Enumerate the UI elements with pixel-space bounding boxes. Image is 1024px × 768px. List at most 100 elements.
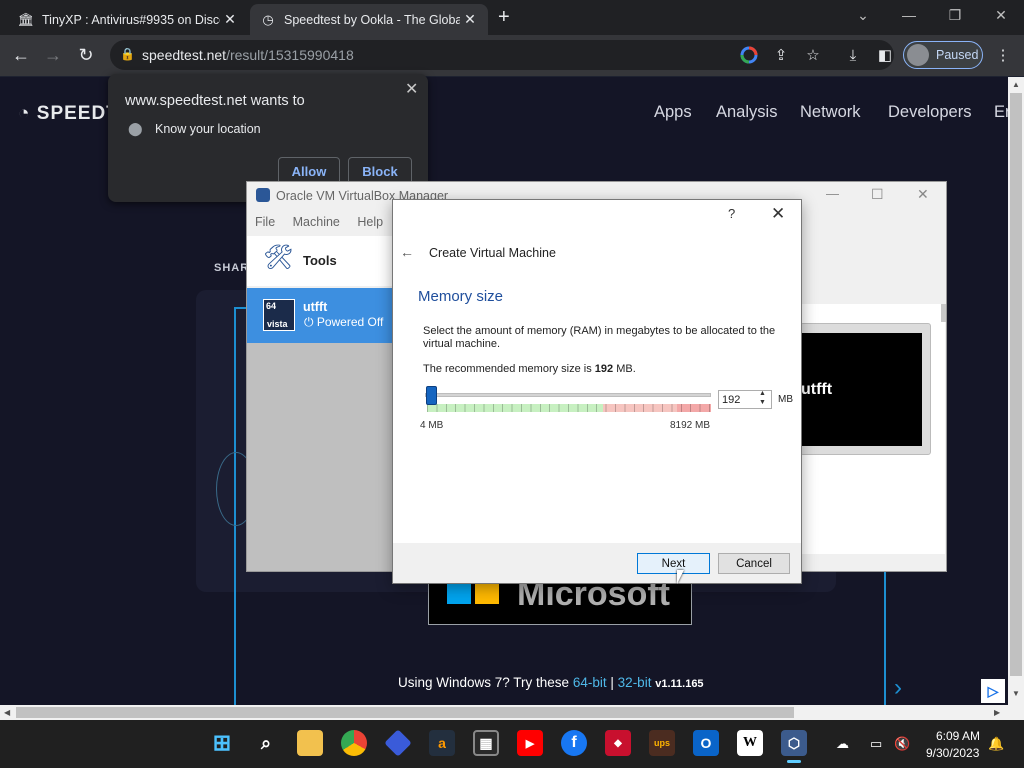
minimize-button[interactable]: — <box>886 0 932 30</box>
scroll-down-icon[interactable]: ▼ <box>1012 689 1020 698</box>
tab-close-button[interactable]: ✕ <box>220 11 240 28</box>
virtualbox-taskbar-icon[interactable]: ⬡ <box>781 730 807 756</box>
tab-tinyxp[interactable]: 🏛 TinyXP : Antivirus#9935 on Disco ✕ <box>8 4 248 35</box>
close-icon[interactable]: ✕ <box>771 204 785 224</box>
menu-icon[interactable]: ⋮ <box>992 44 1014 66</box>
lock-icon[interactable]: 🔒 <box>120 47 135 63</box>
permission-desc: Know your location <box>155 122 261 136</box>
clock-date[interactable]: 9/30/2023 <box>926 746 979 760</box>
network-icon[interactable]: ▭ <box>870 736 882 752</box>
horizontal-scroll-thumb[interactable] <box>16 707 794 718</box>
vm-badge-bottom: vista <box>267 319 288 329</box>
facebook-icon[interactable]: f <box>561 730 587 756</box>
nav-developers[interactable]: Developers <box>888 103 971 122</box>
url-host: speedtest.net <box>142 47 227 63</box>
discord-bank-icon: 🏛 <box>17 11 35 27</box>
clock-time[interactable]: 6:09 AM <box>936 729 980 743</box>
minimize-button[interactable]: — <box>826 186 839 201</box>
maximize-button[interactable]: ☐ <box>871 186 884 203</box>
help-icon[interactable]: ? <box>728 206 735 221</box>
volume-muted-icon[interactable]: 🔇 <box>894 736 910 752</box>
tab-title: Speedtest by Ookla - The Globa <box>284 12 460 27</box>
nav-analysis[interactable]: Analysis <box>716 103 777 122</box>
amazon-icon[interactable]: a <box>429 730 455 756</box>
permission-title: www.speedtest.net wants to <box>125 93 305 109</box>
vm-name: utfft <box>303 300 328 314</box>
profile-button[interactable]: Paused <box>903 41 983 69</box>
close-icon[interactable]: ✕ <box>405 79 418 99</box>
outlook-icon[interactable]: O <box>693 730 719 756</box>
side-panel-icon[interactable]: ◧ <box>874 44 896 66</box>
tab-close-button[interactable]: ✕ <box>460 11 480 28</box>
share-icon[interactable]: ⇪ <box>770 44 792 66</box>
notification-bell-icon[interactable]: 🔔 <box>988 736 1004 752</box>
chrome-icon[interactable] <box>341 730 367 756</box>
tools-label: Tools <box>303 253 337 268</box>
menu-machine[interactable]: Machine <box>293 215 340 229</box>
logo-text: SPEEDT <box>36 103 119 124</box>
close-window-button[interactable]: ✕ <box>978 0 1024 30</box>
cancel-button[interactable]: Cancel <box>718 553 790 574</box>
menu-help[interactable]: Help <box>357 215 383 229</box>
tab-search-icon[interactable]: ⌄ <box>840 0 886 30</box>
share-label: SHAR <box>214 262 250 274</box>
spin-up-icon[interactable]: ▲ <box>759 390 766 397</box>
link-64bit[interactable]: 64-bit <box>573 675 607 690</box>
speedtest-logo[interactable]: ◔ SPEEDT <box>18 103 119 125</box>
tab-title: TinyXP : Antivirus#9935 on Disco <box>42 12 220 27</box>
details-toolbar <box>800 215 945 287</box>
menu-file[interactable]: File <box>255 215 275 229</box>
memory-description: Select the amount of memory (RAM) in meg… <box>423 325 776 350</box>
slider-min-label: 4 MB <box>420 420 444 431</box>
bookmark-star-icon[interactable]: ☆ <box>802 44 824 66</box>
back-icon[interactable]: ← <box>8 42 34 68</box>
bank-icon[interactable]: ◆ <box>605 730 631 756</box>
close-window-button[interactable]: ✕ <box>917 186 929 203</box>
scroll-up-icon[interactable]: ▲ <box>1012 80 1020 89</box>
new-tab-button[interactable]: + <box>498 6 510 29</box>
nav-apps[interactable]: Apps <box>654 103 692 122</box>
speedtest-icon: ◷ <box>262 11 274 27</box>
file-explorer-icon[interactable] <box>297 730 323 756</box>
url-text[interactable]: speedtest.net/result/15315990418 <box>142 47 354 63</box>
forward-icon[interactable]: → <box>40 42 66 68</box>
nav-network[interactable]: Network <box>800 103 861 122</box>
profile-status: Paused <box>936 48 979 62</box>
back-arrow-icon[interactable]: ← <box>400 244 414 260</box>
scroll-right-icon[interactable]: ▶ <box>994 708 1000 717</box>
version-text: v1.11.165 <box>655 678 704 690</box>
reload-icon[interactable]: ↻ <box>73 42 99 68</box>
win7-links: Using Windows 7? Try these 64-bit | 32-b… <box>398 675 704 690</box>
vm-state: ⏻ Powered Off <box>304 315 383 330</box>
menu-bar: File Machine Help <box>255 215 397 229</box>
memory-spinbox-value[interactable]: 192 <box>722 394 740 406</box>
google-icon[interactable] <box>738 44 760 66</box>
ups-icon[interactable]: ups <box>649 730 675 756</box>
rec-unit: MB. <box>616 363 636 375</box>
onedrive-icon[interactable]: ☁ <box>836 736 849 752</box>
link-32bit[interactable]: 32-bit <box>618 675 652 690</box>
vista-os-icon: 64 vista <box>263 299 295 331</box>
memory-slider-thumb[interactable] <box>426 386 437 405</box>
chevron-right-icon[interactable]: › <box>894 674 902 702</box>
search-icon[interactable]: ⌕ <box>253 730 279 756</box>
tab-speedtest[interactable]: ◷ Speedtest by Ookla - The Globa ✕ <box>250 4 488 35</box>
download-icon[interactable]: ⤓ <box>842 44 864 66</box>
memory-unit-label: MB <box>778 394 793 405</box>
details-scroll-thumb[interactable] <box>941 304 946 322</box>
scroll-left-icon[interactable]: ◀ <box>4 708 10 717</box>
slider-max-label: 8192 MB <box>670 420 711 431</box>
start-icon[interactable]: ⊞ <box>209 730 235 756</box>
vm-badge-top: 64 <box>266 301 277 311</box>
active-app-indicator <box>787 760 801 763</box>
next-button[interactable]: Next <box>637 553 710 574</box>
youtube-icon[interactable]: ▶ <box>517 730 543 756</box>
store-icon[interactable]: ▦ <box>473 730 499 756</box>
spin-down-icon[interactable]: ▼ <box>759 399 766 406</box>
restore-button[interactable]: ❐ <box>932 0 978 30</box>
vertical-scroll-thumb[interactable] <box>1010 93 1022 676</box>
ad-choices-icon[interactable]: ▷ <box>981 679 1005 703</box>
page-title: Memory size <box>418 288 504 305</box>
memory-slider-track[interactable] <box>425 393 711 397</box>
wikipedia-icon[interactable]: W <box>737 730 763 756</box>
